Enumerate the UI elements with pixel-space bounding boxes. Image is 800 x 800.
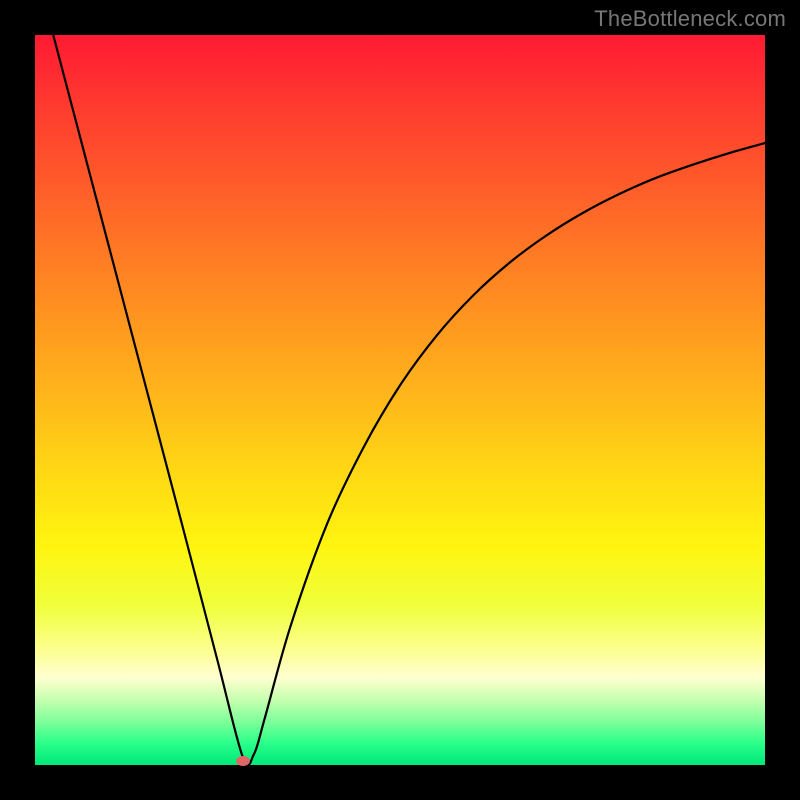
watermark-text: TheBottleneck.com <box>594 6 786 32</box>
optimal-point-marker <box>236 756 250 766</box>
chart-frame: TheBottleneck.com <box>0 0 800 800</box>
curve-path <box>53 35 765 765</box>
bottleneck-curve <box>35 35 765 765</box>
plot-area <box>35 35 765 765</box>
